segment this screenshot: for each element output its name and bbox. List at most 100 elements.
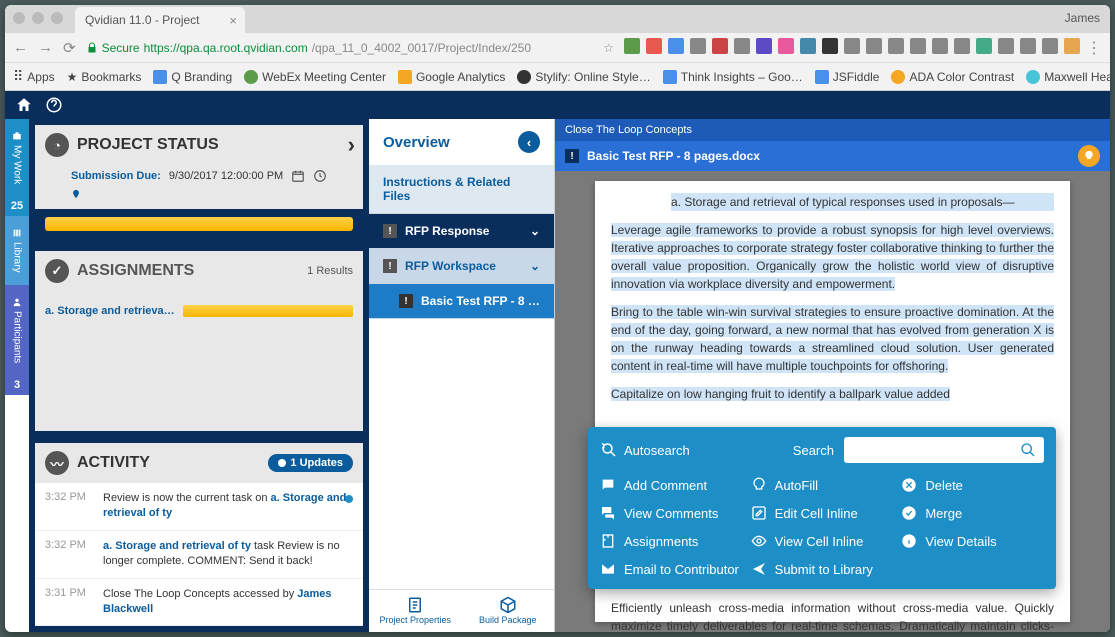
search-icon <box>1020 442 1036 458</box>
delete-item[interactable]: Delete <box>901 477 1044 493</box>
project-status-header[interactable]: ◔ PROJECT STATUS › <box>35 125 363 165</box>
activity-row[interactable]: 3:31 PM Close The Loop Concepts accessed… <box>35 579 363 627</box>
properties-icon <box>406 596 424 614</box>
url-host: https://qpa.qa.root.qvidian.com <box>144 41 308 55</box>
ext-icon[interactable] <box>800 38 816 54</box>
progress-bar <box>45 217 353 231</box>
email-contributor-item[interactable]: Email to Contributor <box>600 561 743 577</box>
ext-icon[interactable] <box>976 38 992 54</box>
alert-icon: ! <box>399 294 413 308</box>
vtab-my-work[interactable]: My Work <box>5 119 29 196</box>
help-icon[interactable] <box>45 96 63 114</box>
clock-icon[interactable] <box>313 169 327 183</box>
activity-row[interactable]: 3:32 PM Review is now the current task o… <box>35 483 363 531</box>
chevron-down-icon: ⌄ <box>530 259 540 273</box>
vtab-participants[interactable]: Participants <box>5 285 29 375</box>
view-cell-item[interactable]: View Cell Inline <box>751 533 894 549</box>
tab-close-icon[interactable]: × <box>229 13 237 28</box>
ext-icon[interactable] <box>756 38 772 54</box>
assignments-body: a. Storage and retrieval of typi… <box>35 291 363 331</box>
ext-icon[interactable] <box>1020 38 1036 54</box>
star-icon[interactable]: ☆ <box>603 41 614 55</box>
rfp-workspace-item[interactable]: ! RFP Workspace ⌄ <box>369 249 554 284</box>
bookmark-apps[interactable]: ⠿Apps <box>13 68 55 85</box>
bookmark-item[interactable]: Q Branding <box>153 70 232 84</box>
ext-icon[interactable] <box>1064 38 1080 54</box>
forward-icon[interactable]: → <box>38 39 53 57</box>
autofill-item[interactable]: AutoFill <box>751 477 894 493</box>
ext-icon[interactable] <box>712 38 728 54</box>
bookmark-item[interactable]: JSFiddle <box>815 70 880 84</box>
menu-icon[interactable]: ⋮ <box>1086 38 1102 58</box>
ext-icon[interactable] <box>932 38 948 54</box>
ext-icon[interactable] <box>1042 38 1058 54</box>
tab-title: Qvidian 11.0 - Project <box>85 13 200 27</box>
vtab-work-count: 25 <box>5 196 29 216</box>
updates-badge[interactable]: 1 Updates <box>268 454 353 472</box>
chevron-down-icon: ⌄ <box>530 224 540 238</box>
bookmark-item[interactable]: ★Bookmarks <box>67 70 142 84</box>
ext-icon[interactable] <box>866 38 882 54</box>
home-icon[interactable] <box>15 96 33 114</box>
selected-file-item[interactable]: ! Basic Test RFP - 8 … <box>369 284 554 319</box>
ext-icon[interactable] <box>844 38 860 54</box>
extension-icons: ⋮ <box>624 38 1102 58</box>
instructions-item[interactable]: Instructions & Related Files <box>369 165 554 214</box>
ext-icon[interactable] <box>668 38 684 54</box>
ext-icon[interactable] <box>822 38 838 54</box>
lightbulb-button[interactable] <box>1078 145 1100 167</box>
search-label: Search <box>793 443 834 458</box>
left-panel: ◔ PROJECT STATUS › Submission Due: 9/30/… <box>29 119 369 632</box>
bookmark-item[interactable]: Think Insights – Goo… <box>663 70 803 84</box>
activity-header[interactable]: 〰 ACTIVITY 1 Updates <box>35 443 363 483</box>
bookmark-item[interactable]: Stylify: Online Style… <box>517 70 650 84</box>
chevron-right-icon[interactable]: › <box>348 132 355 158</box>
build-package-button[interactable]: Build Package <box>462 596 555 626</box>
ext-icon[interactable] <box>954 38 970 54</box>
maximize-window[interactable] <box>51 12 63 24</box>
ext-icon[interactable] <box>778 38 794 54</box>
back-icon[interactable]: ← <box>13 39 28 57</box>
view-details-item[interactable]: View Details <box>901 533 1044 549</box>
vtab-library[interactable]: Library <box>5 216 29 285</box>
ext-icon[interactable] <box>690 38 706 54</box>
assignments-menu-item[interactable]: Assignments <box>600 533 743 549</box>
view-comments-item[interactable]: View Comments <box>600 505 743 521</box>
add-comment-item[interactable]: Add Comment <box>600 477 743 493</box>
merge-item[interactable]: Merge <box>901 505 1044 521</box>
alert-icon: ! <box>565 149 579 163</box>
ext-icon[interactable] <box>888 38 904 54</box>
url-path: /qpa_11_0_4002_0017/Project/Index/250 <box>312 41 531 55</box>
browser-tab[interactable]: Qvidian 11.0 - Project × <box>75 7 245 33</box>
project-properties-button[interactable]: Project Properties <box>369 596 462 626</box>
url-field[interactable]: Secure https://qpa.qa.root.qvidian.com/q… <box>86 41 614 55</box>
bookmark-item[interactable]: WebEx Meeting Center <box>244 70 386 84</box>
collapse-button[interactable]: ‹ <box>518 131 540 153</box>
rfp-response-item[interactable]: ! RFP Response ⌄ <box>369 214 554 249</box>
ext-icon[interactable] <box>734 38 750 54</box>
activity-row[interactable]: 3:32 PM a. Storage and retrieval of ty t… <box>35 531 363 579</box>
bookmark-item[interactable]: ADA Color Contrast <box>891 70 1014 84</box>
submit-library-item[interactable]: Submit to Library <box>751 561 894 577</box>
ext-icon[interactable] <box>624 38 640 54</box>
search-input[interactable] <box>844 437 1044 463</box>
reload-icon[interactable]: ⟳ <box>63 39 76 57</box>
assignment-item[interactable]: a. Storage and retrieval of typi… <box>45 299 353 323</box>
mid-footer: Project Properties Build Package <box>369 589 554 632</box>
secure-indicator: Secure <box>86 41 140 55</box>
ext-icon[interactable] <box>998 38 1014 54</box>
calendar-icon[interactable] <box>291 169 305 183</box>
bookmark-item[interactable]: Google Analytics <box>398 70 505 84</box>
lock-icon <box>86 42 98 54</box>
results-count: 1 Results <box>307 265 353 277</box>
edit-cell-item[interactable]: Edit Cell Inline <box>751 505 894 521</box>
autosearch-button[interactable]: Autosearch <box>600 441 690 459</box>
ext-icon[interactable] <box>910 38 926 54</box>
close-window[interactable] <box>13 12 25 24</box>
vertical-tabs: My Work 25 Library Participants 3 <box>5 119 29 632</box>
ext-icon[interactable] <box>646 38 662 54</box>
person-icon <box>12 297 22 307</box>
minimize-window[interactable] <box>32 12 44 24</box>
bookmark-item[interactable]: Maxwell Health <box>1026 70 1110 84</box>
assignments-header[interactable]: ✓ ASSIGNMENTS 1 Results <box>35 251 363 291</box>
